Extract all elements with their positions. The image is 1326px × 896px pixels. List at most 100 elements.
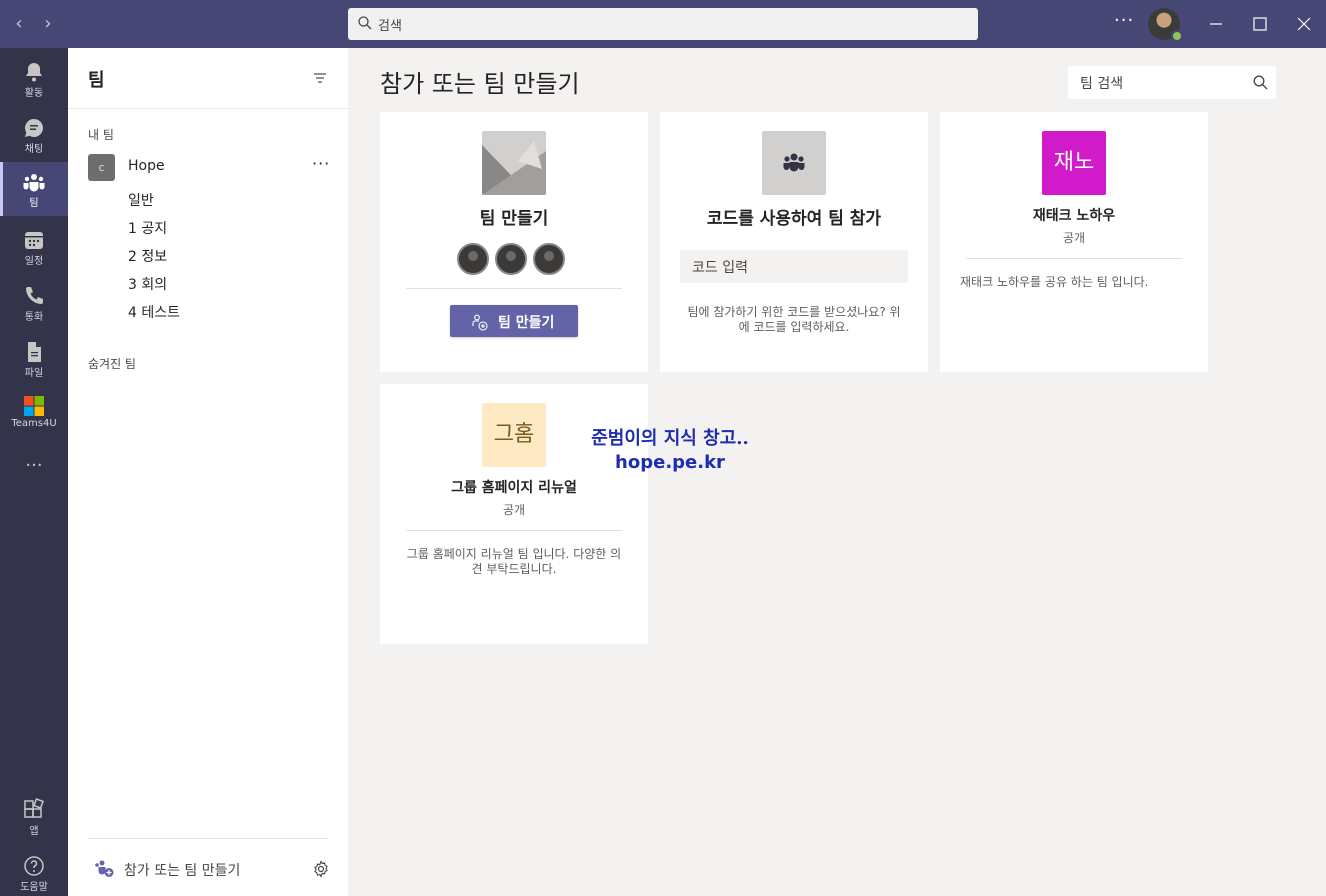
global-search-input[interactable]: 검색 [348,8,978,40]
search-placeholder: 검색 [378,19,402,34]
title-bar: ‹ › 검색 ··· [0,0,1326,48]
more-options-icon[interactable]: ··· [1114,10,1134,31]
team-card-name: 재태크 노하우 [1032,208,1116,224]
create-team-title: 팀 만들기 [479,209,549,229]
rail-item-apps[interactable]: 앱 [0,790,68,844]
team-card-desc-line1: 그룹 홈페이지 리뉴얼 팀 입니다. 다양한 의 [406,547,622,561]
bell-icon [26,63,42,82]
team-card-desc-line1: 재태크 노하우를 공유 하는 팀 입니다. [960,275,1149,289]
member-avatar-icon [533,243,565,275]
rail-label: 통화 [24,312,44,323]
card-divider [406,530,622,531]
phone-icon [26,287,43,304]
team-name: Hope [128,158,165,174]
team-tile-initials: 재노 [1053,150,1095,175]
member-avatar-icon [457,243,489,275]
rail-item-activity[interactable]: 활동 [0,52,68,106]
team-card[interactable]: 그홈 그룹 홈페이지 리뉴얼 공개 그룹 홈페이지 리뉴얼 팀 입니다. 다양한… [380,384,648,644]
rail-item-files[interactable]: 파일 [0,332,68,386]
create-team-button-label: 팀 만들기 [498,315,555,331]
join-code-desc-line1: 팀에 참가하기 위한 코드를 받으셨나요? 위 [687,305,901,319]
rail-item-teams[interactable]: 팀 [0,162,68,216]
channel-item[interactable]: 일반 [128,190,154,210]
channel-item[interactable]: 1 공지 [128,218,167,238]
team-card-description: 재태크 노하우를 공유 하는 팀 입니다. [952,275,1192,290]
team-card-desc-line2: 견 부탁드립니다. [471,562,557,576]
apps-icon [24,798,44,818]
rail-label: Teams4U [11,418,57,429]
rail-item-calls[interactable]: 통화 [0,276,68,330]
add-team-icon [95,860,114,877]
team-more-options-icon[interactable]: ··· [312,154,330,173]
rail-item-help[interactable]: 도움말 [0,846,68,896]
my-teams-label: 내 팀 [88,128,114,142]
team-card-visibility: 공개 [1062,231,1086,245]
team-tile: 그홈 [482,403,546,467]
chat-icon [25,119,43,137]
rail-label: 도움말 [20,882,48,893]
minimize-icon[interactable] [1204,12,1228,36]
member-avatar-icon [495,243,527,275]
help-icon [24,856,44,876]
filter-icon[interactable] [312,70,328,86]
status-available-icon [1171,30,1183,42]
file-icon [28,342,41,362]
channel-item[interactable]: 3 회의 [128,274,167,294]
search-icon [1253,75,1268,90]
join-or-create-label: 참가 또는 팀 만들기 [124,863,241,879]
card-divider [966,258,1182,259]
hidden-teams-label[interactable]: 숨겨진 팀 [88,355,136,372]
gear-icon[interactable] [312,860,330,878]
pane-title: 팀 [88,70,105,91]
team-tile-initials: 그홈 [493,422,535,447]
create-team-button[interactable]: 팀 만들기 [450,305,578,337]
maximize-icon[interactable] [1248,12,1272,36]
rail-more-icon[interactable]: ··· [0,446,68,486]
teams4u-logo-icon [24,396,44,416]
team-card-description: 그룹 홈페이지 리뉴얼 팀 입니다. 다양한 의 견 부탁드립니다. [398,547,630,577]
page-title: 참가 또는 팀 만들기 [380,70,580,98]
channel-item[interactable]: 4 테스트 [128,302,180,322]
join-code-desc-line2: 에 코드를 입력하세요. [738,320,850,334]
rail-label: 앱 [29,826,39,837]
pane-bottom-divider [88,838,328,839]
create-team-image [482,131,546,195]
team-code-input[interactable]: 코드 입력 [680,250,908,283]
calendar-icon [25,232,43,249]
back-arrow-icon[interactable]: ‹ [8,12,30,36]
close-icon[interactable] [1292,12,1316,36]
team-card-visibility: 공개 [502,503,526,517]
team-item-hope[interactable]: c Hope ··· [88,154,336,181]
code-input-placeholder: 코드 입력 [692,260,748,276]
pane-divider [68,108,348,109]
watermark-line2: hope.pe.kr [615,452,725,473]
rail-label: 활동 [24,88,44,99]
team-search-placeholder: 팀 검색 [1080,76,1124,92]
team-search-input[interactable]: 팀 검색 [1068,66,1276,99]
card-divider [406,288,622,289]
profile-avatar[interactable] [1148,8,1183,42]
forward-arrow-icon[interactable]: › [37,12,59,36]
team-card-name: 그룹 홈페이지 리뉴얼 [451,480,577,496]
rail-label: 일정 [24,256,44,267]
rail-label: 파일 [24,368,44,379]
create-team-card: 팀 만들기 팀 만들기 [380,112,648,372]
join-with-code-card: 코드를 사용하여 팀 참가 코드 입력 팀에 참가하기 위한 코드를 받으셨나요… [660,112,928,372]
join-or-create-team-link[interactable]: 참가 또는 팀 만들기 [94,858,334,880]
rail-item-chat[interactable]: 채팅 [0,108,68,162]
teams-pane: 팀 내 팀 c Hope ··· 일반 1 공지 2 정보 3 회의 4 테스트… [68,48,348,896]
rail-item-teams4u[interactable]: Teams4U [0,386,68,440]
join-code-description: 팀에 참가하기 위한 코드를 받으셨나요? 위 에 코드를 입력하세요. [678,305,910,335]
rail-item-calendar[interactable]: 일정 [0,220,68,274]
teams-icon [23,174,45,192]
join-code-image [762,131,826,195]
watermark-line1: 준범이의 지식 창고.. [591,428,749,449]
app-rail: 활동 채팅 팀 일정 통화 파일 Teams4U ··· 앱 도움말 [0,48,68,896]
team-avatar: c [88,154,115,181]
watermark: 준범이의 지식 창고.. hope.pe.kr [580,424,760,473]
team-card[interactable]: 재노 재태크 노하우 공개 재태크 노하우를 공유 하는 팀 입니다. [940,112,1208,372]
rail-label: 채팅 [24,144,44,155]
channel-item[interactable]: 2 정보 [128,246,167,266]
team-tile: 재노 [1042,131,1106,195]
search-icon [358,16,372,30]
